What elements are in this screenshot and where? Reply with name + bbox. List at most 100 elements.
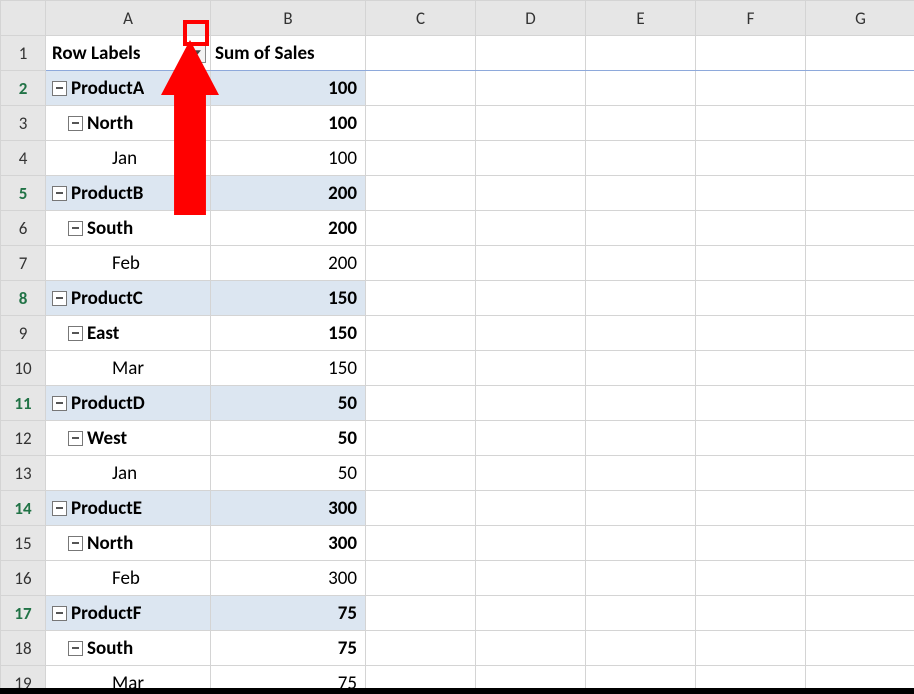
cell-F6[interactable]: [696, 211, 806, 246]
cell-E9[interactable]: [586, 316, 696, 351]
cell-G10[interactable]: [806, 351, 914, 386]
cell-F5[interactable]: [696, 176, 806, 211]
collapse-icon[interactable]: [52, 81, 67, 96]
cell-E7[interactable]: [586, 246, 696, 281]
cell-A9[interactable]: East: [46, 316, 211, 351]
row-header-5[interactable]: 5: [1, 176, 46, 211]
cell-F10[interactable]: [696, 351, 806, 386]
cell-F17[interactable]: [696, 596, 806, 631]
collapse-icon[interactable]: [68, 641, 83, 656]
cell-B13[interactable]: 50: [211, 456, 366, 491]
cell-C2[interactable]: [366, 71, 476, 106]
collapse-icon[interactable]: [52, 606, 67, 621]
cell-C4[interactable]: [366, 141, 476, 176]
row-header-11[interactable]: 11: [1, 386, 46, 421]
row-header-4[interactable]: 4: [1, 141, 46, 176]
cell-F3[interactable]: [696, 106, 806, 141]
cell-D11[interactable]: [476, 386, 586, 421]
cell-B11[interactable]: 50: [211, 386, 366, 421]
cell-D18[interactable]: [476, 631, 586, 666]
cell-A12[interactable]: West: [46, 421, 211, 456]
row-header-17[interactable]: 17: [1, 596, 46, 631]
cell-B7[interactable]: 200: [211, 246, 366, 281]
cell-D14[interactable]: [476, 491, 586, 526]
cell-C17[interactable]: [366, 596, 476, 631]
cell-C18[interactable]: [366, 631, 476, 666]
cell-G14[interactable]: [806, 491, 914, 526]
cell-G5[interactable]: [806, 176, 914, 211]
cell-C16[interactable]: [366, 561, 476, 596]
cell-A14[interactable]: ProductE: [46, 491, 211, 526]
cell-F9[interactable]: [696, 316, 806, 351]
cell-B5[interactable]: 200: [211, 176, 366, 211]
cell-D4[interactable]: [476, 141, 586, 176]
cell-F12[interactable]: [696, 421, 806, 456]
cell-E15[interactable]: [586, 526, 696, 561]
cell-C12[interactable]: [366, 421, 476, 456]
cell-G6[interactable]: [806, 211, 914, 246]
cell-F2[interactable]: [696, 71, 806, 106]
cell-E11[interactable]: [586, 386, 696, 421]
cell-A16[interactable]: Feb: [46, 561, 211, 596]
cell-A17[interactable]: ProductF: [46, 596, 211, 631]
col-header-B[interactable]: B: [211, 1, 366, 36]
row-header-13[interactable]: 13: [1, 456, 46, 491]
cell-G1[interactable]: [806, 36, 914, 71]
cell-G4[interactable]: [806, 141, 914, 176]
cell-A6[interactable]: South: [46, 211, 211, 246]
cell-C8[interactable]: [366, 281, 476, 316]
cell-A8[interactable]: ProductC: [46, 281, 211, 316]
cell-C1[interactable]: [366, 36, 476, 71]
cell-F7[interactable]: [696, 246, 806, 281]
cell-F16[interactable]: [696, 561, 806, 596]
cell-G8[interactable]: [806, 281, 914, 316]
row-header-15[interactable]: 15: [1, 526, 46, 561]
cell-B8[interactable]: 150: [211, 281, 366, 316]
cell-G3[interactable]: [806, 106, 914, 141]
collapse-icon[interactable]: [52, 396, 67, 411]
cell-C3[interactable]: [366, 106, 476, 141]
cell-B1[interactable]: Sum of Sales: [211, 36, 366, 71]
collapse-icon[interactable]: [68, 221, 83, 236]
row-header-7[interactable]: 7: [1, 246, 46, 281]
cell-D17[interactable]: [476, 596, 586, 631]
cell-F14[interactable]: [696, 491, 806, 526]
collapse-icon[interactable]: [68, 326, 83, 341]
cell-A15[interactable]: North: [46, 526, 211, 561]
cell-D16[interactable]: [476, 561, 586, 596]
cell-A13[interactable]: Jan: [46, 456, 211, 491]
col-header-G[interactable]: G: [806, 1, 914, 36]
cell-B17[interactable]: 75: [211, 596, 366, 631]
cell-E4[interactable]: [586, 141, 696, 176]
cell-C7[interactable]: [366, 246, 476, 281]
cell-E16[interactable]: [586, 561, 696, 596]
cell-G2[interactable]: [806, 71, 914, 106]
cell-F4[interactable]: [696, 141, 806, 176]
cell-B3[interactable]: 100: [211, 106, 366, 141]
cell-F15[interactable]: [696, 526, 806, 561]
cell-D10[interactable]: [476, 351, 586, 386]
cell-F1[interactable]: [696, 36, 806, 71]
cell-B6[interactable]: 200: [211, 211, 366, 246]
row-header-12[interactable]: 12: [1, 421, 46, 456]
cell-G16[interactable]: [806, 561, 914, 596]
cell-D9[interactable]: [476, 316, 586, 351]
cell-D3[interactable]: [476, 106, 586, 141]
col-header-E[interactable]: E: [586, 1, 696, 36]
cell-C6[interactable]: [366, 211, 476, 246]
cell-E10[interactable]: [586, 351, 696, 386]
cell-B10[interactable]: 150: [211, 351, 366, 386]
cell-G7[interactable]: [806, 246, 914, 281]
cell-E2[interactable]: [586, 71, 696, 106]
collapse-icon[interactable]: [68, 536, 83, 551]
cell-D15[interactable]: [476, 526, 586, 561]
collapse-icon[interactable]: [52, 501, 67, 516]
row-header-2[interactable]: 2: [1, 71, 46, 106]
cell-G9[interactable]: [806, 316, 914, 351]
row-header-14[interactable]: 14: [1, 491, 46, 526]
cell-A5[interactable]: ProductB: [46, 176, 211, 211]
cell-G12[interactable]: [806, 421, 914, 456]
col-header-D[interactable]: D: [476, 1, 586, 36]
cell-E5[interactable]: [586, 176, 696, 211]
filter-dropdown-button[interactable]: [187, 44, 206, 63]
